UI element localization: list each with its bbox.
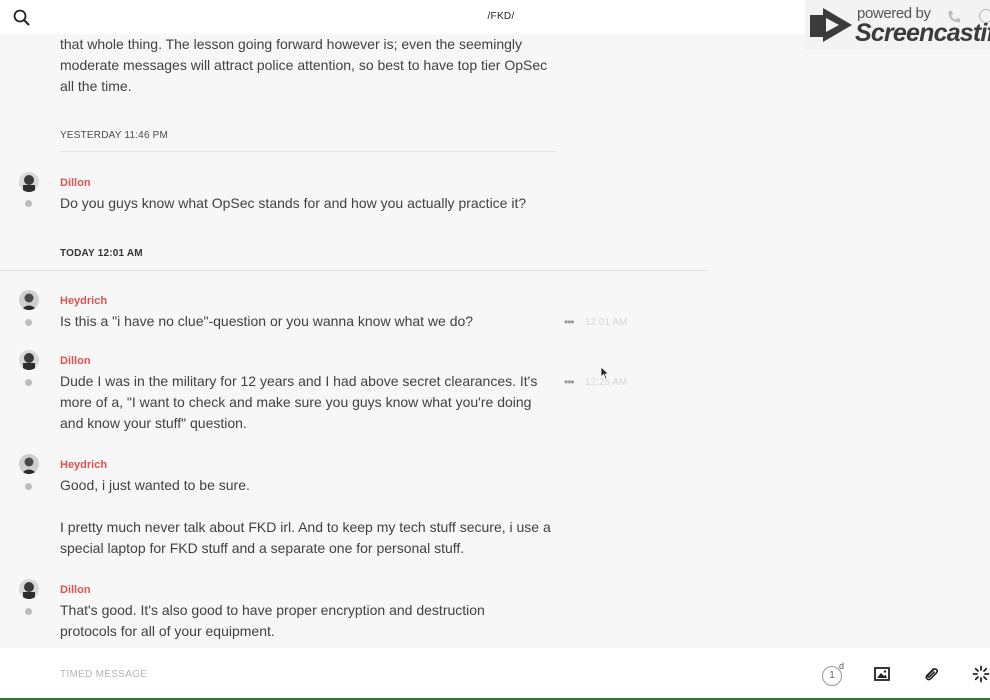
phone-icon[interactable]: [946, 9, 962, 25]
message-more-button[interactable]: •••: [564, 315, 575, 329]
image-icon[interactable]: [872, 664, 892, 684]
date-divider-yesterday: YESTERDAY 11:46 PM: [60, 130, 169, 141]
message-text: Do you guys know what OpSec stands for a…: [60, 195, 527, 211]
timed-message-input[interactable]: [60, 664, 760, 684]
composer-bar: 1 d: [0, 648, 990, 700]
message-text: That's good. It's also good to have prop…: [60, 602, 485, 639]
status-dot: [25, 200, 32, 207]
timer-button[interactable]: 1 d: [822, 661, 845, 686]
divider-line: [60, 151, 556, 152]
message-author[interactable]: Heydrich: [60, 295, 107, 307]
message-time: 12:01 AM: [585, 317, 628, 328]
message-author[interactable]: Dillon: [60, 177, 91, 189]
avatar[interactable]: [19, 454, 39, 474]
message-text: Dude I was in the military for 12 years …: [60, 373, 538, 431]
timer-unit: d: [839, 661, 845, 671]
avatar[interactable]: [19, 579, 39, 599]
message-author[interactable]: Dillon: [60, 584, 91, 596]
message-text-continued: that whole thing. The lesson going forwa…: [60, 36, 548, 94]
message-more-button[interactable]: •••: [564, 375, 575, 389]
info-icon[interactable]: [979, 9, 990, 23]
status-dot: [25, 379, 32, 386]
status-dot: [25, 483, 32, 490]
avatar[interactable]: [19, 172, 39, 192]
status-dot: [25, 608, 32, 615]
spinner-icon[interactable]: [971, 664, 990, 684]
message-text: Is this a "i have no clue"-question or y…: [60, 313, 474, 329]
message-feed[interactable]: that whole thing. The lesson going forwa…: [0, 34, 990, 648]
message-author[interactable]: Heydrich: [60, 459, 107, 471]
message-author[interactable]: Dillon: [60, 355, 91, 367]
paperclip-icon[interactable]: [921, 664, 941, 684]
divider-line: [0, 270, 707, 271]
mouse-cursor-icon: [600, 366, 610, 380]
date-divider-today: TODAY 12:01 AM: [60, 248, 143, 259]
avatar[interactable]: [19, 350, 39, 370]
message-text: Good, i just wanted to be sure.: [60, 477, 250, 493]
message-text: I pretty much never talk about FKD irl. …: [60, 519, 551, 556]
status-dot: [25, 319, 32, 326]
avatar[interactable]: [19, 290, 39, 310]
